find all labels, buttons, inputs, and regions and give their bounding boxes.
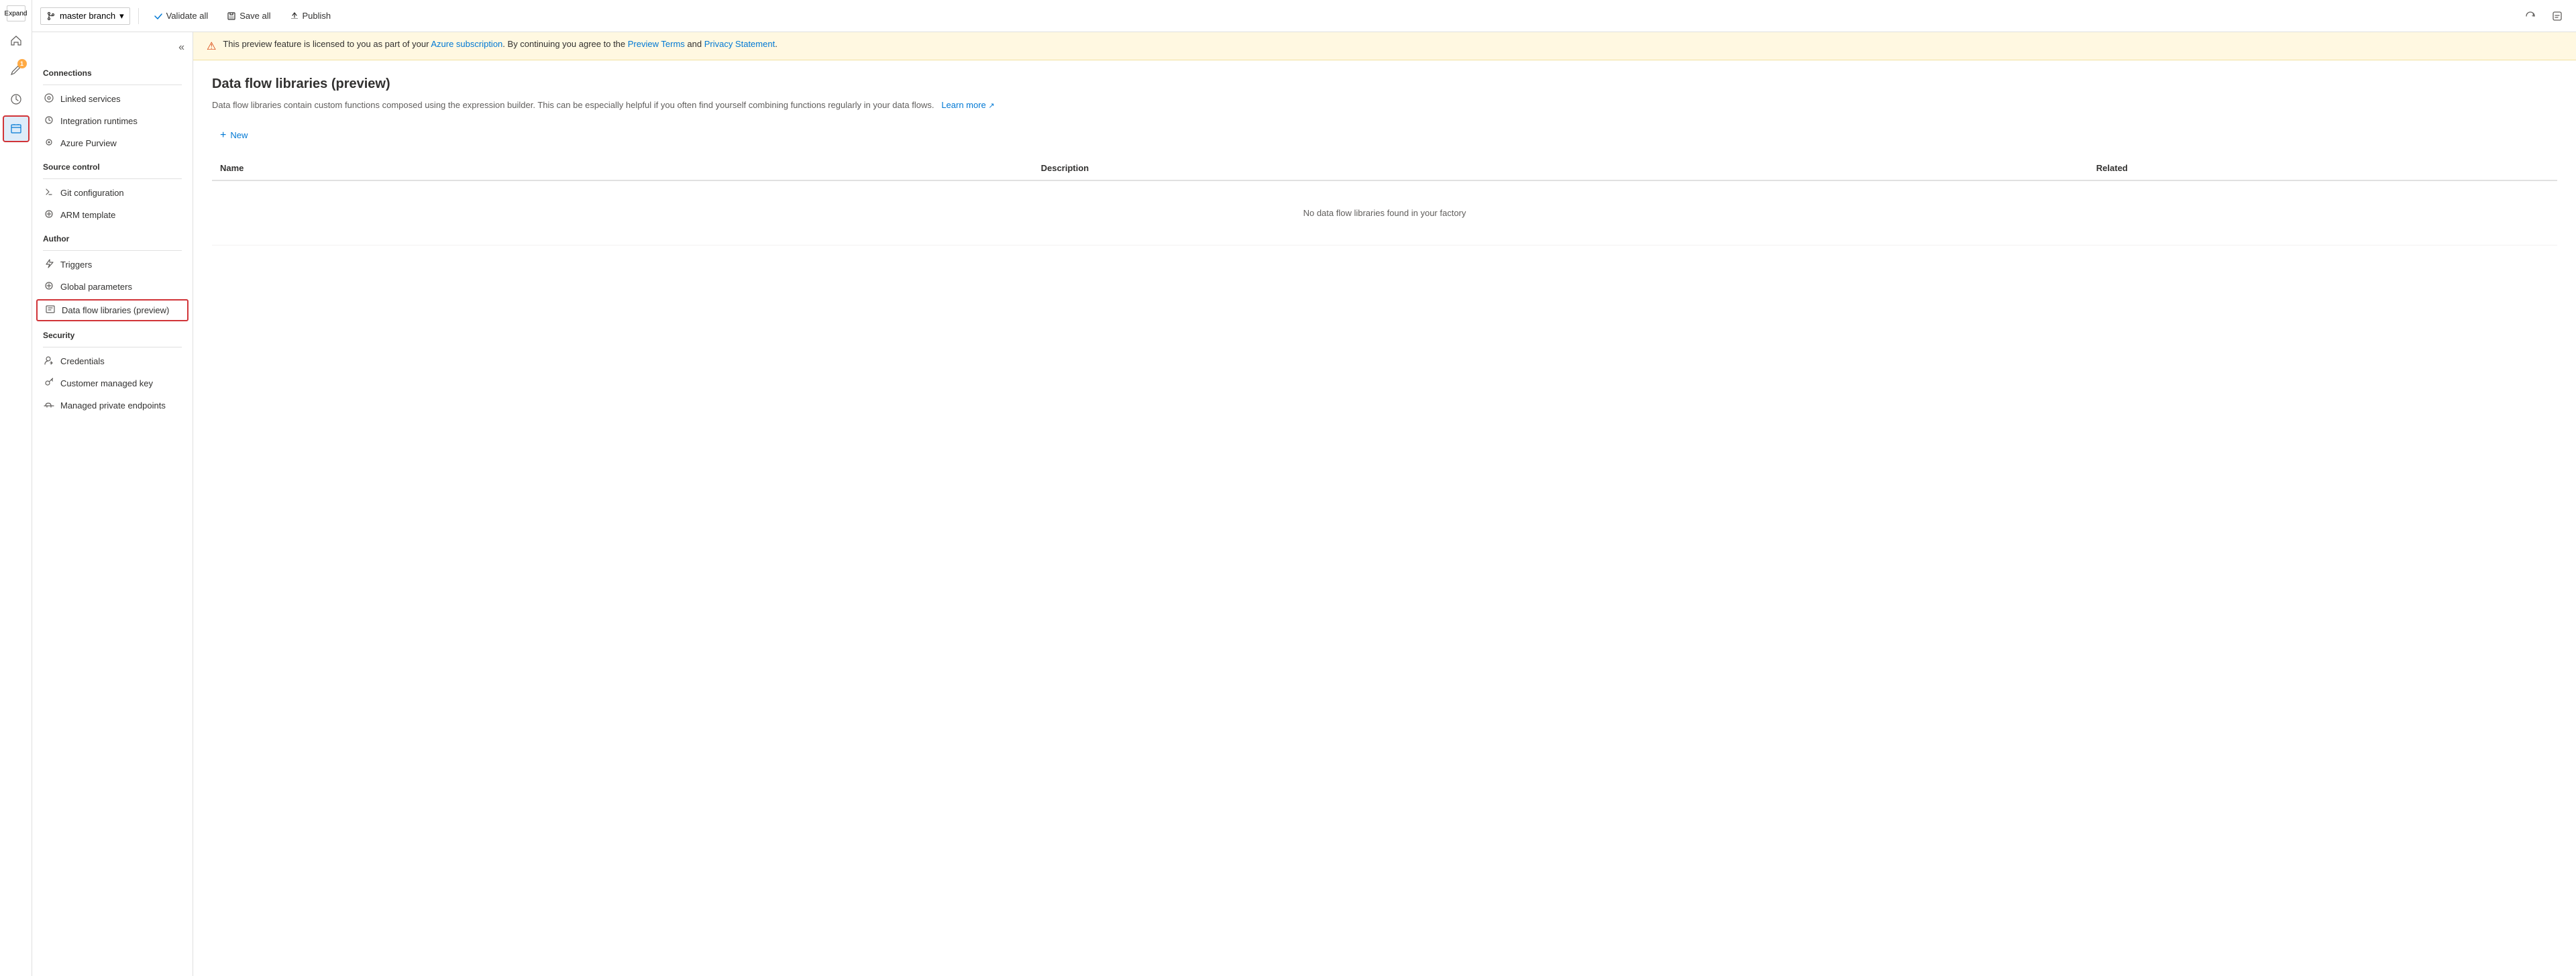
privacy-statement-link[interactable]: Privacy Statement bbox=[704, 39, 775, 49]
branch-name: master branch bbox=[60, 11, 115, 21]
sidebar-item-data-flow-libraries[interactable]: Data flow libraries (preview) bbox=[36, 299, 189, 321]
git-configuration-label: Git configuration bbox=[60, 188, 124, 198]
sidebar-item-linked-services[interactable]: Linked services bbox=[32, 88, 193, 110]
sidebar-item-triggers[interactable]: Triggers bbox=[32, 254, 193, 276]
triggers-label: Triggers bbox=[60, 260, 92, 270]
author-header: Author bbox=[32, 226, 193, 248]
rail-icon-home[interactable] bbox=[3, 27, 30, 54]
page-title: Data flow libraries (preview) bbox=[212, 76, 2557, 92]
page-content: Data flow libraries (preview) Data flow … bbox=[193, 60, 2576, 976]
save-all-button[interactable]: Save all bbox=[220, 7, 277, 24]
global-parameters-label: Global parameters bbox=[60, 282, 132, 292]
warning-text: This preview feature is licensed to you … bbox=[223, 39, 777, 49]
sidebar-item-global-parameters[interactable]: Global parameters bbox=[32, 276, 193, 298]
sidebar-item-customer-managed-key[interactable]: Customer managed key bbox=[32, 372, 193, 394]
data-table: Name Description Related No data flow li… bbox=[212, 156, 2557, 246]
data-flow-libraries-label: Data flow libraries (preview) bbox=[62, 305, 169, 315]
sidebar-item-integration-runtimes[interactable]: Integration runtimes bbox=[32, 110, 193, 132]
credentials-icon bbox=[43, 355, 55, 368]
branch-chevron-icon: ▾ bbox=[119, 11, 124, 21]
main-panel: ⚠ This preview feature is licensed to yo… bbox=[193, 32, 2576, 976]
source-control-divider bbox=[43, 178, 182, 179]
azure-subscription-link[interactable]: Azure subscription bbox=[431, 39, 502, 49]
col-description-header: Description bbox=[1033, 156, 2088, 180]
toolbar-separator bbox=[138, 8, 139, 24]
new-plus-icon: + bbox=[220, 129, 226, 142]
toolbar: master branch ▾ Validate all Save all Pu… bbox=[32, 0, 2576, 32]
sidebar-item-arm-template[interactable]: ARM template bbox=[32, 204, 193, 226]
learn-more-link[interactable]: Learn more ↗ bbox=[939, 100, 995, 110]
sidebar: « Connections Linked services Integratio… bbox=[32, 32, 193, 976]
empty-message: No data flow libraries found in your fac… bbox=[212, 180, 2557, 246]
arm-template-icon bbox=[43, 209, 55, 221]
external-link-icon: ↗ bbox=[988, 102, 994, 110]
notifications-button[interactable] bbox=[2546, 5, 2568, 27]
sidebar-item-azure-purview[interactable]: Azure Purview bbox=[32, 132, 193, 154]
col-related-header: Related bbox=[2088, 156, 2557, 180]
arm-template-label: ARM template bbox=[60, 210, 115, 220]
expand-label: Expand bbox=[5, 10, 28, 17]
validate-all-label: Validate all bbox=[166, 11, 209, 21]
linked-services-label: Linked services bbox=[60, 94, 121, 104]
sidebar-collapse-icon[interactable]: « bbox=[176, 40, 187, 55]
integration-runtimes-label: Integration runtimes bbox=[60, 116, 138, 126]
publish-label: Publish bbox=[303, 11, 331, 21]
customer-managed-key-icon bbox=[43, 377, 55, 390]
author-badge: 1 bbox=[17, 59, 27, 68]
source-control-header: Source control bbox=[32, 154, 193, 176]
integration-runtimes-icon bbox=[43, 115, 55, 127]
author-divider bbox=[43, 250, 182, 251]
page-description: Data flow libraries contain custom funct… bbox=[212, 99, 2557, 112]
app-container: master branch ▾ Validate all Save all Pu… bbox=[32, 0, 2576, 976]
preview-terms-link[interactable]: Preview Terms bbox=[628, 39, 685, 49]
azure-purview-icon bbox=[43, 137, 55, 150]
expand-button[interactable]: Expand bbox=[7, 5, 25, 21]
rail-icon-monitor[interactable] bbox=[3, 86, 30, 113]
triggers-icon bbox=[43, 258, 55, 271]
linked-services-icon bbox=[43, 93, 55, 105]
credentials-label: Credentials bbox=[60, 356, 105, 366]
publish-button[interactable]: Publish bbox=[283, 7, 338, 24]
sidebar-item-managed-private-endpoints[interactable]: Managed private endpoints bbox=[32, 394, 193, 417]
git-config-icon bbox=[43, 186, 55, 199]
data-flow-libraries-icon bbox=[44, 304, 56, 317]
global-params-icon bbox=[43, 280, 55, 293]
sidebar-item-git-configuration[interactable]: Git configuration bbox=[32, 182, 193, 204]
icon-rail: Expand 1 bbox=[0, 0, 32, 976]
branch-selector[interactable]: master branch ▾ bbox=[40, 7, 130, 25]
managed-private-endpoints-icon bbox=[43, 399, 55, 412]
security-header: Security bbox=[32, 323, 193, 344]
new-label: New bbox=[230, 130, 248, 140]
warning-icon: ⚠ bbox=[207, 40, 216, 53]
connections-header: Connections bbox=[32, 60, 193, 82]
validate-all-button[interactable]: Validate all bbox=[147, 7, 215, 24]
col-name-header: Name bbox=[212, 156, 1033, 180]
rail-icon-author[interactable]: 1 bbox=[3, 56, 30, 83]
refresh-button[interactable] bbox=[2520, 5, 2541, 27]
save-all-label: Save all bbox=[239, 11, 270, 21]
azure-purview-label: Azure Purview bbox=[60, 138, 117, 148]
customer-managed-key-label: Customer managed key bbox=[60, 378, 153, 388]
sidebar-collapse-btn: « bbox=[32, 38, 193, 58]
content-area: « Connections Linked services Integratio… bbox=[32, 32, 2576, 976]
table-empty-row: No data flow libraries found in your fac… bbox=[212, 180, 2557, 246]
new-button[interactable]: + New bbox=[212, 125, 256, 146]
sidebar-item-credentials[interactable]: Credentials bbox=[32, 350, 193, 372]
toolbar-right bbox=[2520, 5, 2568, 27]
rail-icon-manage[interactable] bbox=[3, 115, 30, 142]
managed-private-endpoints-label: Managed private endpoints bbox=[60, 400, 166, 411]
warning-banner: ⚠ This preview feature is licensed to yo… bbox=[193, 32, 2576, 60]
